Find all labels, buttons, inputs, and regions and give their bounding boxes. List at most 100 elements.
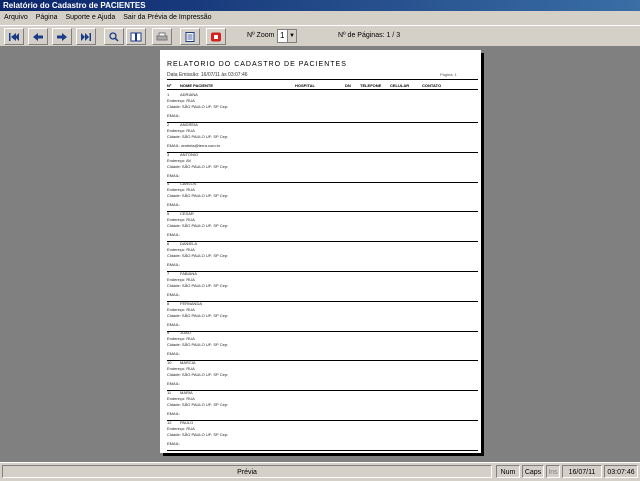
- toolbar: Nº Zoom 1 ▼ Nº de Páginas: 1 / 3: [0, 25, 640, 47]
- record-email: EMAIL: andreia@terra.com.br: [167, 142, 221, 148]
- status-date: 16/07/11: [562, 465, 602, 478]
- record-name: ANDREIA: [180, 121, 198, 127]
- status-mode: Prévia: [2, 465, 492, 478]
- record-line2: Endereço: RUA: [167, 247, 195, 252]
- record-line3: Cidade: SÃO PAULO UF: SP Cep:: [167, 223, 229, 229]
- record-num: 9: [167, 330, 170, 336]
- col-mobile: CELULAR: [390, 83, 410, 88]
- record-num: 4: [167, 181, 170, 187]
- record-name: PAULO: [180, 419, 194, 425]
- record-line3: Cidade: SÃO PAULO UF: SP Cep:: [167, 282, 229, 288]
- list-item: 11 MARIA Endereço: RUA Cidade: SÃO PAULO UF…: [167, 390, 478, 421]
- record-line3: Cidade: SÃO PAULO UF: SP Cep:: [167, 253, 229, 258]
- record-num: 5: [167, 211, 170, 217]
- report-subtitle: Data Emissão: 16/07/11 às 03:07:46: [167, 72, 248, 78]
- record-line2: Endereço: RUA: [167, 217, 195, 223]
- next-page-button[interactable]: [52, 28, 72, 45]
- zoom-select[interactable]: 1 ▼: [277, 29, 297, 43]
- record-num: 6: [167, 241, 170, 246]
- record-line3: Cidade: SÃO PAULO UF: SP Cep:: [167, 193, 229, 199]
- prev-page-button[interactable]: [28, 28, 48, 45]
- record-line3: Cidade: SÃO PAULO UF: SP Cep:: [167, 431, 229, 437]
- record-email: EMAIL:: [167, 440, 181, 446]
- report-title: RELATORIO DO CADASTRO DE PACIENTES: [167, 61, 347, 68]
- report-page: RELATORIO DO CADASTRO DE PACIENTES Data …: [160, 50, 481, 453]
- record-num: 12: [167, 419, 172, 425]
- record-line2: Endereço: RUA: [167, 276, 195, 282]
- menu-arquivo[interactable]: Arquivo: [4, 14, 28, 21]
- record-name: MARCIA: [180, 360, 196, 366]
- record-email: EMAIL:: [167, 113, 181, 118]
- record-num: 8: [167, 300, 170, 306]
- record-name: MARIA: [180, 390, 193, 395]
- record-name: ANTONIO: [180, 151, 199, 157]
- record-email: EMAIL:: [167, 291, 181, 297]
- list-item: 1 ADRIANA Endereço: RUA Cidade: SÃO PAULO U…: [167, 92, 478, 123]
- status-bar: Prévia Num Caps Ins 16/07/11 03:07:46: [0, 462, 640, 481]
- record-line2: Endereço: AV: [167, 157, 192, 163]
- record-name: CARLOS: [180, 181, 197, 187]
- record-num: 1: [167, 92, 170, 97]
- record-name: DANIELA: [180, 241, 198, 246]
- right-arrow-icon: [57, 32, 67, 41]
- record-line3: Cidade: SÃO PAULO UF: SP Cep:: [167, 163, 229, 169]
- zoom-value: 1: [280, 31, 285, 40]
- record-name: ADRIANA: [180, 92, 198, 97]
- list-item: 3 ANTONIO Endereço: AV Cidade: SÃO PAULO UF…: [167, 152, 478, 183]
- record-line2: Endereço: RUA: [167, 366, 195, 372]
- record-line3: Cidade: SÃO PAULO UF: SP Cep:: [167, 104, 229, 109]
- record-line3: Cidade: SÃO PAULO UF: SP Cep:: [167, 312, 229, 318]
- col-contact: CONTATO: [422, 83, 442, 88]
- record-line2: Endereço: RUA: [167, 336, 195, 342]
- record-email: EMAIL:: [167, 351, 181, 357]
- record-num: 11: [167, 390, 172, 395]
- left-arrow-icon: [33, 32, 43, 41]
- record-line3: Cidade: SÃO PAULO UF: SP Cep:: [167, 133, 229, 139]
- list-item: 8 FERNANDA Endereço: RUA Cidade: SÃO PAULO …: [167, 301, 478, 332]
- list-item: 5 CESAR Endereço: RUA Cidade: SÃO PAULO UF:…: [167, 211, 478, 243]
- first-page-button[interactable]: [4, 28, 24, 45]
- menu-suporte[interactable]: Suporte e Ajuda: [65, 14, 115, 21]
- record-num: 10: [167, 360, 172, 366]
- two-pages-button[interactable]: [126, 28, 146, 45]
- record-line3: Cidade: SÃO PAULO UF: SP Cep:: [167, 342, 229, 348]
- list-item: 2 ANDREIA Endereço: RUA Cidade: SÃO PAULO U…: [167, 122, 478, 153]
- last-page-button[interactable]: [76, 28, 96, 45]
- record-num: 7: [167, 270, 170, 276]
- menu-pagina[interactable]: Página: [36, 14, 58, 21]
- record-divider: [167, 449, 478, 451]
- record-num: 3: [167, 151, 170, 157]
- record-name: CESAR: [180, 211, 194, 217]
- col-hospital: HOSPITAL: [295, 83, 315, 88]
- columns-divider: [167, 89, 478, 90]
- close-preview-button[interactable]: [206, 28, 226, 45]
- record-line2: Endereço: RUA: [167, 396, 195, 401]
- menu-sair[interactable]: Sair da Prévia de Impressão: [123, 14, 211, 21]
- record-name: JOAO: [180, 330, 191, 336]
- col-name: NOME PACIENTE: [180, 83, 214, 88]
- col-dn: DN: [345, 83, 351, 88]
- status-num: Num: [496, 465, 520, 478]
- status-ins: Ins: [546, 465, 560, 478]
- list-item: 6 DANIELA Endereço: RUA Cidade: SÃO PAULO U…: [167, 241, 478, 272]
- print-button[interactable]: [152, 28, 172, 45]
- record-email: EMAIL:: [167, 172, 181, 178]
- export-button[interactable]: [180, 28, 200, 45]
- record-email: EMAIL:: [167, 262, 181, 267]
- list-item: 9 JOAO Endereço: RUA Cidade: SÃO PAULO UF: …: [167, 330, 478, 362]
- record-line3: Cidade: SÃO PAULO UF: SP Cep:: [167, 402, 229, 407]
- stop-icon: [211, 32, 221, 41]
- book-icon: [130, 32, 142, 41]
- header-divider: [167, 79, 478, 80]
- status-caps: Caps: [522, 465, 544, 478]
- record-line2: Endereço: RUA: [167, 425, 195, 431]
- record-line2: Endereço: RUA: [167, 306, 195, 312]
- chevron-down-icon[interactable]: ▼: [287, 30, 296, 42]
- record-name: FERNANDA: [180, 300, 203, 306]
- record-num: 2: [167, 121, 170, 127]
- record-email: EMAIL:: [167, 202, 181, 208]
- magnifier-icon: [109, 31, 119, 42]
- last-arrow-icon: [81, 32, 91, 41]
- zoom-button[interactable]: [104, 28, 124, 45]
- list-item: 12 PAULO Endereço: RUA Cidade: SÃO PAULO UF…: [167, 420, 478, 451]
